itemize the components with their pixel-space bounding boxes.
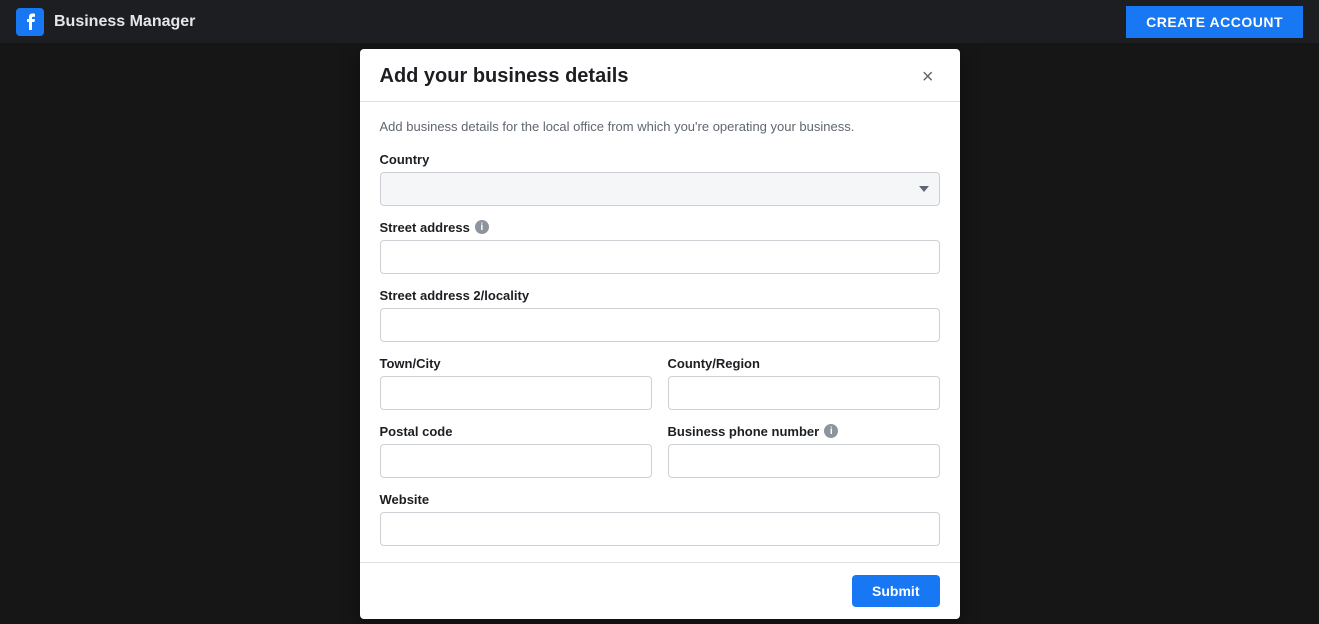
town-city-label: Town/City (380, 356, 652, 371)
postal-code-group: Postal code (380, 424, 652, 478)
street-address2-group: Street address 2/locality (380, 288, 940, 342)
business-phone-info-icon: i (824, 424, 838, 438)
modal-close-button[interactable]: × (916, 65, 940, 89)
facebook-logo-icon (16, 8, 44, 36)
modal-overlay: Add your business details × Add business… (0, 43, 1319, 624)
town-city-input[interactable] (380, 376, 652, 410)
street-address-label: Street address i (380, 220, 940, 235)
website-input[interactable] (380, 512, 940, 546)
postal-code-input[interactable] (380, 444, 652, 478)
app-title: Business Manager (54, 13, 195, 31)
submit-button[interactable]: Submit (852, 575, 939, 607)
top-bar-left: Business Manager (16, 8, 195, 36)
business-phone-input[interactable] (668, 444, 940, 478)
country-group: Country United States United Kingdom Can… (380, 152, 940, 206)
modal-header: Add your business details × (360, 49, 960, 102)
website-group: Website (380, 492, 940, 546)
street-address2-label: Street address 2/locality (380, 288, 940, 303)
street-address2-input[interactable] (380, 308, 940, 342)
street-address-input[interactable] (380, 240, 940, 274)
postal-code-label: Postal code (380, 424, 652, 439)
modal-footer: Submit (360, 562, 960, 619)
town-city-group: Town/City (380, 356, 652, 410)
county-region-label: County/Region (668, 356, 940, 371)
top-bar: Business Manager CREATE ACCOUNT (0, 0, 1319, 43)
street-address-info-icon: i (475, 220, 489, 234)
town-county-row: Town/City County/Region (380, 356, 940, 410)
modal-body: Add business details for the local offic… (360, 102, 960, 562)
county-region-input[interactable] (668, 376, 940, 410)
website-label: Website (380, 492, 940, 507)
business-phone-label: Business phone number i (668, 424, 940, 439)
street-address-group: Street address i (380, 220, 940, 274)
country-label: Country (380, 152, 940, 167)
business-phone-group: Business phone number i (668, 424, 940, 478)
country-select[interactable]: United States United Kingdom Canada Aust… (380, 172, 940, 206)
modal-title: Add your business details (380, 65, 629, 88)
modal-subtitle: Add business details for the local offic… (380, 118, 940, 136)
modal-dialog: Add your business details × Add business… (360, 49, 960, 619)
create-account-button[interactable]: CREATE ACCOUNT (1126, 6, 1303, 38)
county-region-group: County/Region (668, 356, 940, 410)
postal-phone-row: Postal code Business phone number i (380, 424, 940, 478)
